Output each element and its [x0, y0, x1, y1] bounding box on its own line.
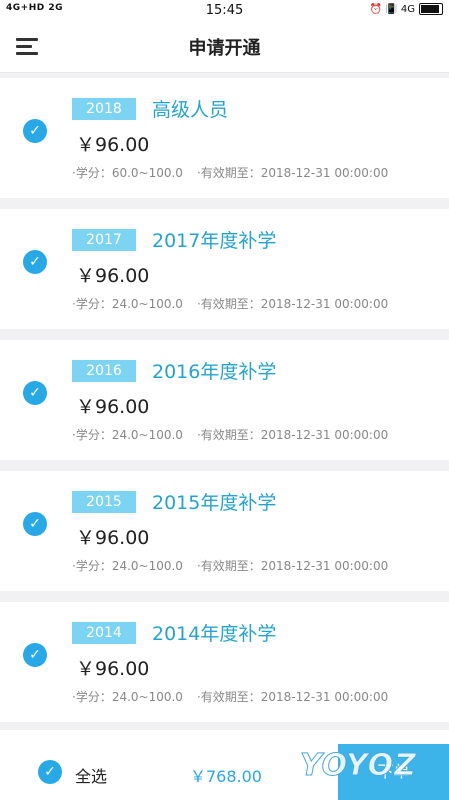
- expiry-date: ·有效期至：2018-12-31 00:00:00: [196, 297, 389, 311]
- expiry-date: ·有效期至：2018-12-31 00:00:00: [196, 166, 389, 180]
- course-card-2016[interactable]: ✓ 2016 2016年度补学 ￥96.00 ·学分：24.0~100.0 ·有效…: [0, 340, 449, 460]
- course-title: 2015年度补学: [152, 492, 277, 514]
- course-meta: ·学分：60.0~100.0 ·有效期至：2018-12-31 00:00:00: [72, 164, 388, 181]
- course-card-2015[interactable]: ✓ 2015 2015年度补学 ￥96.00 ·学分：24.0~100.0 ·有效…: [0, 471, 449, 591]
- select-all-checkbox-icon[interactable]: ✓: [38, 760, 62, 784]
- checkbox-checked-icon[interactable]: ✓: [23, 512, 47, 536]
- course-price: ￥96.00: [76, 396, 150, 418]
- course-meta: ·学分：24.0~100.0 ·有效期至：2018-12-31 00:00:00: [72, 295, 388, 312]
- total-price: ￥768.00: [190, 767, 262, 786]
- credit-range: ·学分：24.0~100.0: [72, 559, 183, 573]
- checkbox-checked-icon[interactable]: ✓: [23, 643, 47, 667]
- credit-range: ·学分：24.0~100.0: [72, 428, 183, 442]
- checkbox-checked-icon[interactable]: ✓: [23, 119, 47, 143]
- credit-range: ·学分：24.0~100.0: [72, 297, 183, 311]
- credit-range: ·学分：60.0~100.0: [72, 166, 183, 180]
- year-badge: 2018: [72, 98, 136, 120]
- watermark-logo: YOYOZ: [300, 748, 417, 784]
- status-icons: ⏰ 📳 4G: [370, 3, 443, 15]
- year-badge: 2016: [72, 360, 136, 382]
- select-all-label[interactable]: 全选: [75, 763, 107, 787]
- course-meta: ·学分：24.0~100.0 ·有效期至：2018-12-31 00:00:00: [72, 557, 388, 574]
- course-title: 高级人员: [152, 99, 229, 121]
- checkbox-checked-icon[interactable]: ✓: [23, 381, 47, 405]
- course-list: ✓ 2018 高级人员 ￥96.00 ·学分：60.0~100.0 ·有效期至：2…: [0, 78, 449, 733]
- expiry-date: ·有效期至：2018-12-31 00:00:00: [196, 690, 389, 704]
- status-right-text: ⏰ 📳 4G: [369, 3, 415, 15]
- course-price: ￥96.00: [76, 265, 150, 287]
- year-badge: 2017: [72, 229, 136, 251]
- nav-bar: 申请开通: [0, 22, 449, 73]
- course-price: ￥96.00: [76, 134, 150, 156]
- checkbox-checked-icon[interactable]: ✓: [23, 250, 47, 274]
- expiry-date: ·有效期至：2018-12-31 00:00:00: [196, 428, 389, 442]
- year-badge: 2015: [72, 491, 136, 513]
- course-card-2017[interactable]: ✓ 2017 2017年度补学 ￥96.00 ·学分：24.0~100.0 ·有效…: [0, 209, 449, 329]
- course-card-2018[interactable]: ✓ 2018 高级人员 ￥96.00 ·学分：60.0~100.0 ·有效期至：2…: [0, 78, 449, 198]
- course-title: 2016年度补学: [152, 361, 277, 383]
- course-card-2014[interactable]: ✓ 2014 2014年度补学 ￥96.00 ·学分：24.0~100.0 ·有效…: [0, 602, 449, 722]
- course-price: ￥96.00: [76, 658, 150, 680]
- course-title: 2017年度补学: [152, 230, 277, 252]
- credit-range: ·学分：24.0~100.0: [72, 690, 183, 704]
- course-title: 2014年度补学: [152, 623, 277, 645]
- battery-icon: [419, 3, 443, 15]
- year-badge: 2014: [72, 622, 136, 644]
- course-price: ￥96.00: [76, 527, 150, 549]
- course-meta: ·学分：24.0~100.0 ·有效期至：2018-12-31 00:00:00: [72, 426, 388, 443]
- course-meta: ·学分：24.0~100.0 ·有效期至：2018-12-31 00:00:00: [72, 688, 388, 705]
- status-bar: 4G+HD 2G 15:45 ⏰ 📳 4G: [0, 0, 449, 22]
- expiry-date: ·有效期至：2018-12-31 00:00:00: [196, 559, 389, 573]
- page-title: 申请开通: [188, 38, 261, 59]
